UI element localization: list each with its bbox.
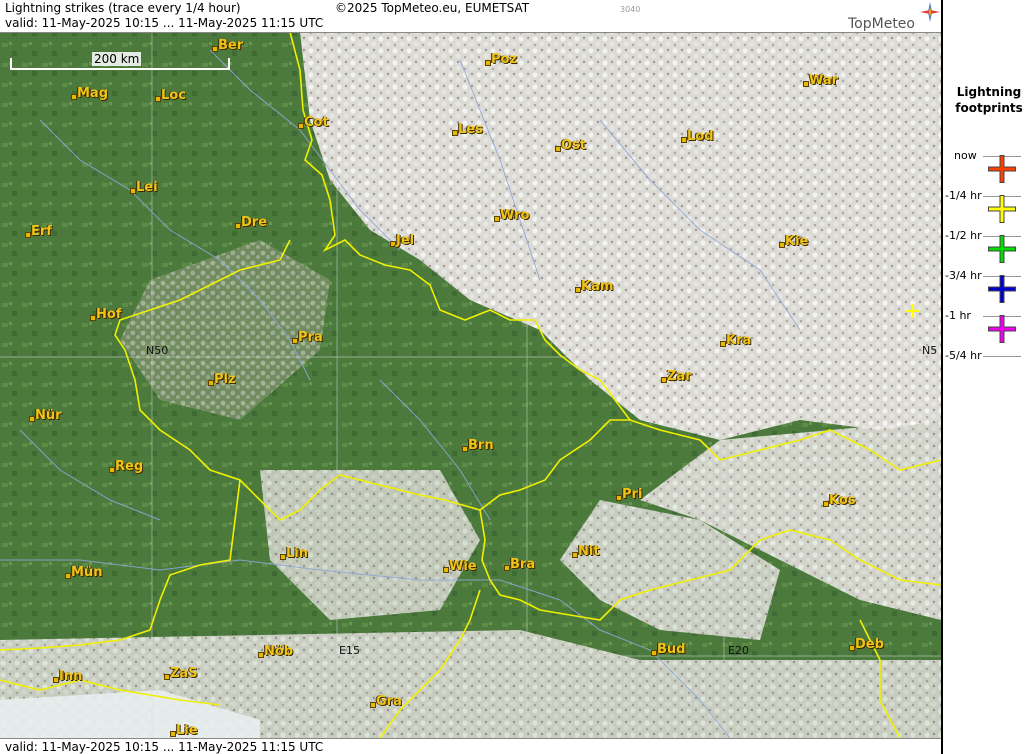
legend-label: now (954, 149, 977, 162)
legend-label: -1 hr (945, 309, 971, 322)
legend-label: -1/4 hr (945, 189, 982, 202)
grid-label-e15: E15 (339, 644, 360, 657)
map-title: Lightning strikes (trace every 1/4 hour) (5, 1, 241, 15)
city-label: Lod (687, 129, 714, 144)
legend-title-line1: Lightning (956, 85, 1022, 99)
city-label: Cot (304, 115, 329, 130)
city-label: Brn (468, 438, 494, 453)
city-label: Mün (71, 565, 103, 580)
city-label: Inn (59, 669, 83, 684)
lightning-strike-marker (906, 304, 920, 318)
city-label: Reg (115, 459, 144, 474)
city-label: Mag (77, 86, 109, 101)
product-code: 3040 (620, 5, 641, 14)
city-label: ZaS (170, 666, 198, 681)
city-label: War (809, 73, 839, 88)
map-canvas (0, 0, 941, 754)
lightning-cross-icon (988, 275, 1016, 303)
satellite-map: Ber Poz War Mag Loc Cot Les Lod Ost Lei Wro Kie Erf D… (0, 0, 941, 754)
city-label: Zar (667, 369, 692, 384)
city-label: Bud (657, 642, 686, 657)
city-label: Dre (241, 215, 268, 230)
city-label: Jel (396, 233, 415, 248)
city-label: Ost (561, 138, 587, 153)
city-label: Kos (829, 493, 856, 508)
footer-bar: valid: 11-May-2025 10:15 ... 11-May-2025… (0, 738, 941, 754)
city-label: Pri (622, 487, 643, 502)
city-label: Plz (214, 372, 236, 387)
city-label: Erf (31, 224, 52, 239)
compass-logo-icon (920, 2, 940, 22)
city-label: Deb (855, 637, 884, 652)
city-label: Kam (581, 279, 614, 294)
city-label: Wie (449, 559, 477, 574)
lightning-cross-icon (988, 235, 1016, 263)
legend-label: -1/2 hr (945, 229, 982, 242)
legend-divider (983, 356, 1021, 357)
legend-label: -3/4 hr (945, 269, 982, 282)
lightning-cross-icon (988, 195, 1016, 223)
city-label: Kra (726, 333, 752, 348)
city-label: Nür (35, 408, 62, 423)
lightning-legend: Lightning footprints now -1/4 hr -1/2 hr -3… (941, 0, 1033, 754)
grid-label-n5: N5 (922, 344, 938, 357)
copyright-text: ©2025 TopMeteo.eu, EUMETSAT (335, 1, 530, 15)
scale-label: 200 km (92, 52, 142, 66)
legend-title-line2: footprints (955, 101, 1023, 115)
topmeteo-logo-text: TopMeteo (848, 16, 915, 32)
city-label: Lie (176, 723, 198, 738)
valid-time-header: valid: 11-May-2025 10:15 ... 11-May-2025… (5, 16, 324, 30)
grid-label-e20: E20 (728, 644, 749, 657)
city-label: Lei (136, 180, 158, 195)
city-label: Poz (491, 52, 518, 67)
city-label: Lin (286, 546, 308, 561)
city-label: Nöb (264, 644, 294, 659)
legend-title: Lightning footprints (943, 84, 1033, 116)
city-label: Kie (785, 234, 809, 249)
city-label: Gra (376, 694, 402, 709)
lightning-cross-icon (988, 155, 1016, 183)
city-label: Les (458, 122, 483, 137)
city-label: Bra (510, 557, 536, 572)
city-label: Ber (218, 38, 244, 53)
city-label: Hof (96, 307, 122, 322)
city-label: Wro (500, 208, 530, 223)
grid-label-n50: N50 (146, 344, 169, 357)
valid-time-footer: valid: 11-May-2025 10:15 ... 11-May-2025… (5, 740, 324, 754)
legend-label: -5/4 hr (945, 349, 982, 362)
city-label: Loc (161, 88, 186, 103)
header-bar: Lightning strikes (trace every 1/4 hour)… (0, 0, 941, 33)
lightning-cross-icon (988, 315, 1016, 343)
city-label: Pra (298, 330, 323, 345)
city-label: Nit (578, 544, 600, 559)
